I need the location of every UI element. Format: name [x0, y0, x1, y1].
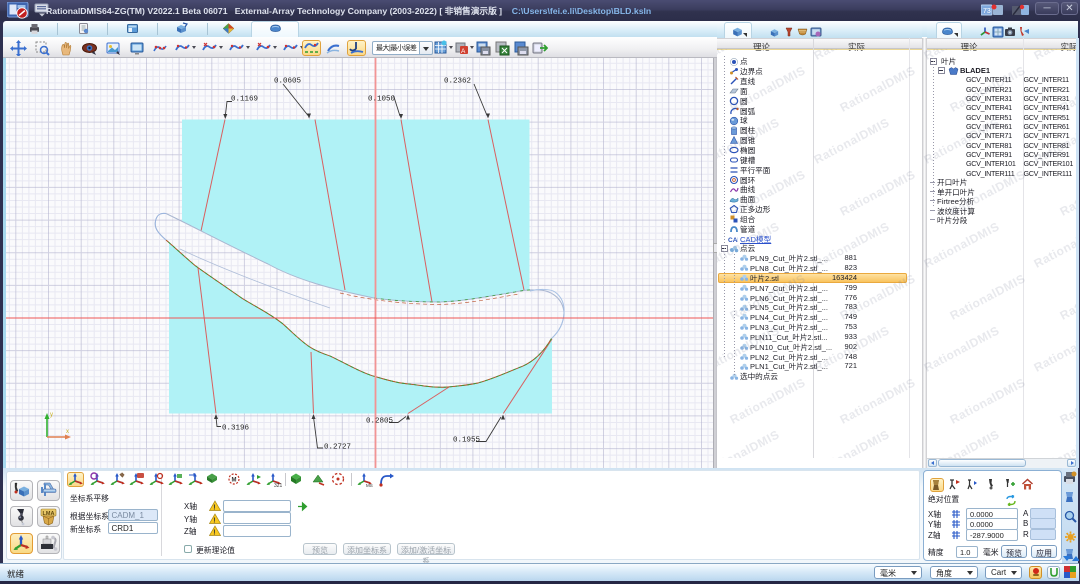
svg-text:0.3196: 0.3196 — [222, 425, 250, 433]
svg-text:321: 321 — [274, 483, 282, 487]
svg-text:0.2727: 0.2727 — [324, 444, 351, 452]
svg-text:0.0605: 0.0605 — [274, 78, 302, 86]
svg-text:0.1169: 0.1169 — [231, 96, 258, 104]
svg-text:0.1955: 0.1955 — [453, 437, 481, 445]
svg-text:0.2362: 0.2362 — [444, 78, 471, 86]
svg-text:!: ! — [213, 530, 215, 537]
svg-text:x: x — [66, 429, 69, 435]
svg-text:MSP: MSP — [366, 483, 373, 487]
svg-text:y: y — [50, 412, 53, 418]
svg-text:M: M — [231, 478, 236, 484]
svg-text:73: 73 — [983, 8, 991, 15]
svg-text:0.1050: 0.1050 — [368, 96, 396, 104]
svg-text:A: A — [461, 48, 466, 55]
svg-text:!: ! — [213, 505, 215, 512]
svg-text:!: ! — [213, 517, 215, 524]
svg-text:0.2805: 0.2805 — [366, 418, 394, 426]
